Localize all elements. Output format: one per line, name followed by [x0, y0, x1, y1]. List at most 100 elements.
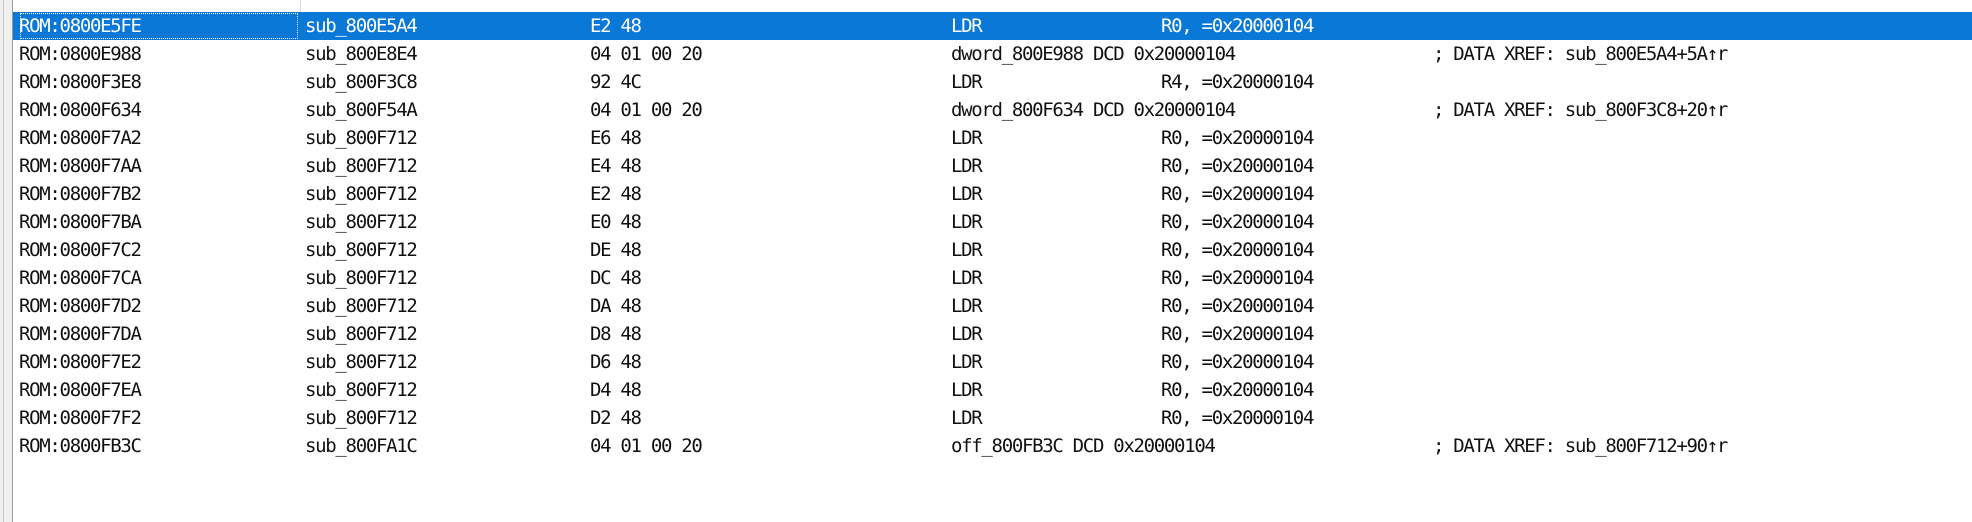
function-cell: sub_800E5A4	[305, 15, 418, 37]
operands-text: R0, =0x20000104	[1161, 211, 1314, 233]
address-cell: ROM:0800F7CA	[19, 267, 142, 289]
function-cell: sub_800F54A	[305, 99, 418, 121]
address-cell: ROM:0800F634	[19, 99, 142, 121]
operands-text: R0, =0x20000104	[1161, 155, 1314, 177]
xref-row[interactable]: ROM:0800F7EA sub_800F712 D4 48 LDR R0, =0x20…	[13, 376, 1972, 404]
instruction-cell: LDR R0, =0x20000104	[951, 208, 1431, 236]
function-cell: sub_800F712	[305, 155, 418, 177]
function-cell: sub_800F712	[305, 351, 418, 373]
address-cell: ROM:0800FB3C	[19, 435, 142, 457]
instruction-cell: LDR R0, =0x20000104	[951, 348, 1431, 376]
mnemonic-text: LDR	[951, 407, 983, 429]
xref-row[interactable]: ROM:0800F7A2 sub_800F712 E6 48 LDR R0, =0x20…	[13, 124, 1972, 152]
mnemonic-text: LDR	[951, 183, 983, 205]
operands-text: R0, =0x20000104	[1161, 127, 1314, 149]
xref-row[interactable]: ROM:0800F634 sub_800F54A 04 01 00 20 dword_…	[13, 96, 1972, 124]
function-cell: sub_800F712	[305, 183, 418, 205]
bytes-cell: D6 48	[590, 351, 642, 373]
function-cell: sub_800FA1C	[305, 435, 418, 457]
mnemonic-text: LDR	[951, 239, 983, 261]
address-cell: ROM:0800F3E8	[19, 71, 142, 93]
operands-text: R0, =0x20000104	[1161, 407, 1314, 429]
xref-row[interactable]: ROM:0800F3E8 sub_800F3C8 92 4C LDR R4, =0x20…	[13, 68, 1972, 96]
comment-cell	[1433, 264, 1963, 292]
frame-divider	[3, 0, 4, 522]
xref-row[interactable]: ROM:0800F7CA sub_800F712 DC 48 LDR R0, =0x20…	[13, 264, 1972, 292]
xref-row[interactable]: ROM:0800F7F2 sub_800F712 D2 48 LDR R0, =0x20…	[13, 404, 1972, 432]
function-cell: sub_800F3C8	[305, 71, 418, 93]
comment-cell	[1433, 12, 1963, 40]
xref-list-window: ROM:0800E5FE sub_800E5A4 E2 48 LDR R0, =0x20…	[0, 0, 1972, 522]
mnemonic-text: LDR	[951, 15, 983, 37]
xref-list: ROM:0800E5FE sub_800E5A4 E2 48 LDR R0, =0x20…	[13, 12, 1972, 460]
function-cell: sub_800F712	[305, 407, 418, 429]
mnemonic-text: LDR	[951, 379, 983, 401]
instruction-cell: off_800FB3C DCD 0x20000104	[951, 432, 1431, 460]
comment-cell	[1433, 236, 1963, 264]
operands-text: R0, =0x20000104	[1161, 351, 1314, 373]
left-frame-border	[0, 0, 13, 522]
mnemonic-text: LDR	[951, 211, 983, 233]
instruction-cell: dword_800E988 DCD 0x20000104	[951, 40, 1431, 68]
address-cell: ROM:0800F7D2	[19, 295, 142, 317]
function-cell: sub_800F712	[305, 323, 418, 345]
xref-row[interactable]: ROM:0800F7D2 sub_800F712 DA 48 LDR R0, =0x20…	[13, 292, 1972, 320]
comment-cell	[1433, 124, 1963, 152]
xref-row[interactable]: ROM:0800F7BA sub_800F712 E0 48 LDR R0, =0x20…	[13, 208, 1972, 236]
bytes-cell: E2 48	[590, 15, 642, 37]
instruction-cell: LDR R0, =0x20000104	[951, 320, 1431, 348]
address-cell: ROM:0800F7F2	[19, 407, 142, 429]
comment-cell	[1433, 208, 1963, 236]
mnemonic-text: LDR	[951, 71, 983, 93]
operands-text: R0, =0x20000104	[1161, 295, 1314, 317]
bytes-cell: 04 01 00 20	[590, 435, 703, 457]
instruction-text: dword_800E988 DCD 0x20000104	[951, 43, 1236, 65]
xref-row[interactable]: ROM:0800F7DA sub_800F712 D8 48 LDR R0, =0x20…	[13, 320, 1972, 348]
operands-text: R0, =0x20000104	[1161, 379, 1314, 401]
xref-row[interactable]: ROM:0800F7AA sub_800F712 E4 48 LDR R0, =0x20…	[13, 152, 1972, 180]
bytes-cell: D2 48	[590, 407, 642, 429]
column-separator[interactable]	[300, 0, 301, 12]
xref-row[interactable]: ROM:0800F7C2 sub_800F712 DE 48 LDR R0, =0x20…	[13, 236, 1972, 264]
instruction-cell: LDR R0, =0x20000104	[951, 376, 1431, 404]
mnemonic-text: LDR	[951, 155, 983, 177]
address-cell: ROM:0800E988	[19, 43, 142, 65]
function-cell: sub_800F712	[305, 211, 418, 233]
bytes-cell: DA 48	[590, 295, 642, 317]
address-cell: ROM:0800F7C2	[19, 239, 142, 261]
function-cell: sub_800E8E4	[305, 43, 418, 65]
comment-cell	[1433, 404, 1963, 432]
instruction-text: dword_800F634 DCD 0x20000104	[951, 99, 1236, 121]
instruction-cell: LDR R0, =0x20000104	[951, 404, 1431, 432]
function-cell: sub_800F712	[305, 379, 418, 401]
column-header-strip	[13, 0, 1972, 12]
xref-row[interactable]: ROM:0800F7B2 sub_800F712 E2 48 LDR R0, =0x20…	[13, 180, 1972, 208]
xref-row[interactable]: ROM:0800E5FE sub_800E5A4 E2 48 LDR R0, =0x20…	[13, 12, 1972, 40]
address-cell: ROM:0800F7B2	[19, 183, 142, 205]
function-cell: sub_800F712	[305, 295, 418, 317]
address-cell: ROM:0800F7E2	[19, 351, 142, 373]
operands-text: R0, =0x20000104	[1161, 239, 1314, 261]
bytes-cell: D8 48	[590, 323, 642, 345]
function-cell: sub_800F712	[305, 267, 418, 289]
mnemonic-text: LDR	[951, 295, 983, 317]
bytes-cell: 04 01 00 20	[590, 99, 703, 121]
bytes-cell: DC 48	[590, 267, 642, 289]
address-cell: ROM:0800E5FE	[19, 12, 299, 40]
instruction-cell: LDR R0, =0x20000104	[951, 12, 1431, 40]
comment-cell	[1433, 152, 1963, 180]
instruction-cell: LDR R0, =0x20000104	[951, 292, 1431, 320]
comment-cell	[1433, 376, 1963, 404]
instruction-cell: LDR R4, =0x20000104	[951, 68, 1431, 96]
mnemonic-text: LDR	[951, 127, 983, 149]
xref-row[interactable]: ROM:0800FB3C sub_800FA1C 04 01 00 20 off_80…	[13, 432, 1972, 460]
comment-cell	[1433, 68, 1963, 96]
comment-cell: ; DATA XREF: sub_800E5A4+5A↑r	[1433, 43, 1728, 65]
xref-row[interactable]: ROM:0800F7E2 sub_800F712 D6 48 LDR R0, =0x20…	[13, 348, 1972, 376]
comment-cell	[1433, 348, 1963, 376]
instruction-cell: LDR R0, =0x20000104	[951, 124, 1431, 152]
mnemonic-text: LDR	[951, 267, 983, 289]
instruction-cell: dword_800F634 DCD 0x20000104	[951, 96, 1431, 124]
operands-text: R0, =0x20000104	[1161, 183, 1314, 205]
xref-row[interactable]: ROM:0800E988 sub_800E8E4 04 01 00 20 dword_…	[13, 40, 1972, 68]
